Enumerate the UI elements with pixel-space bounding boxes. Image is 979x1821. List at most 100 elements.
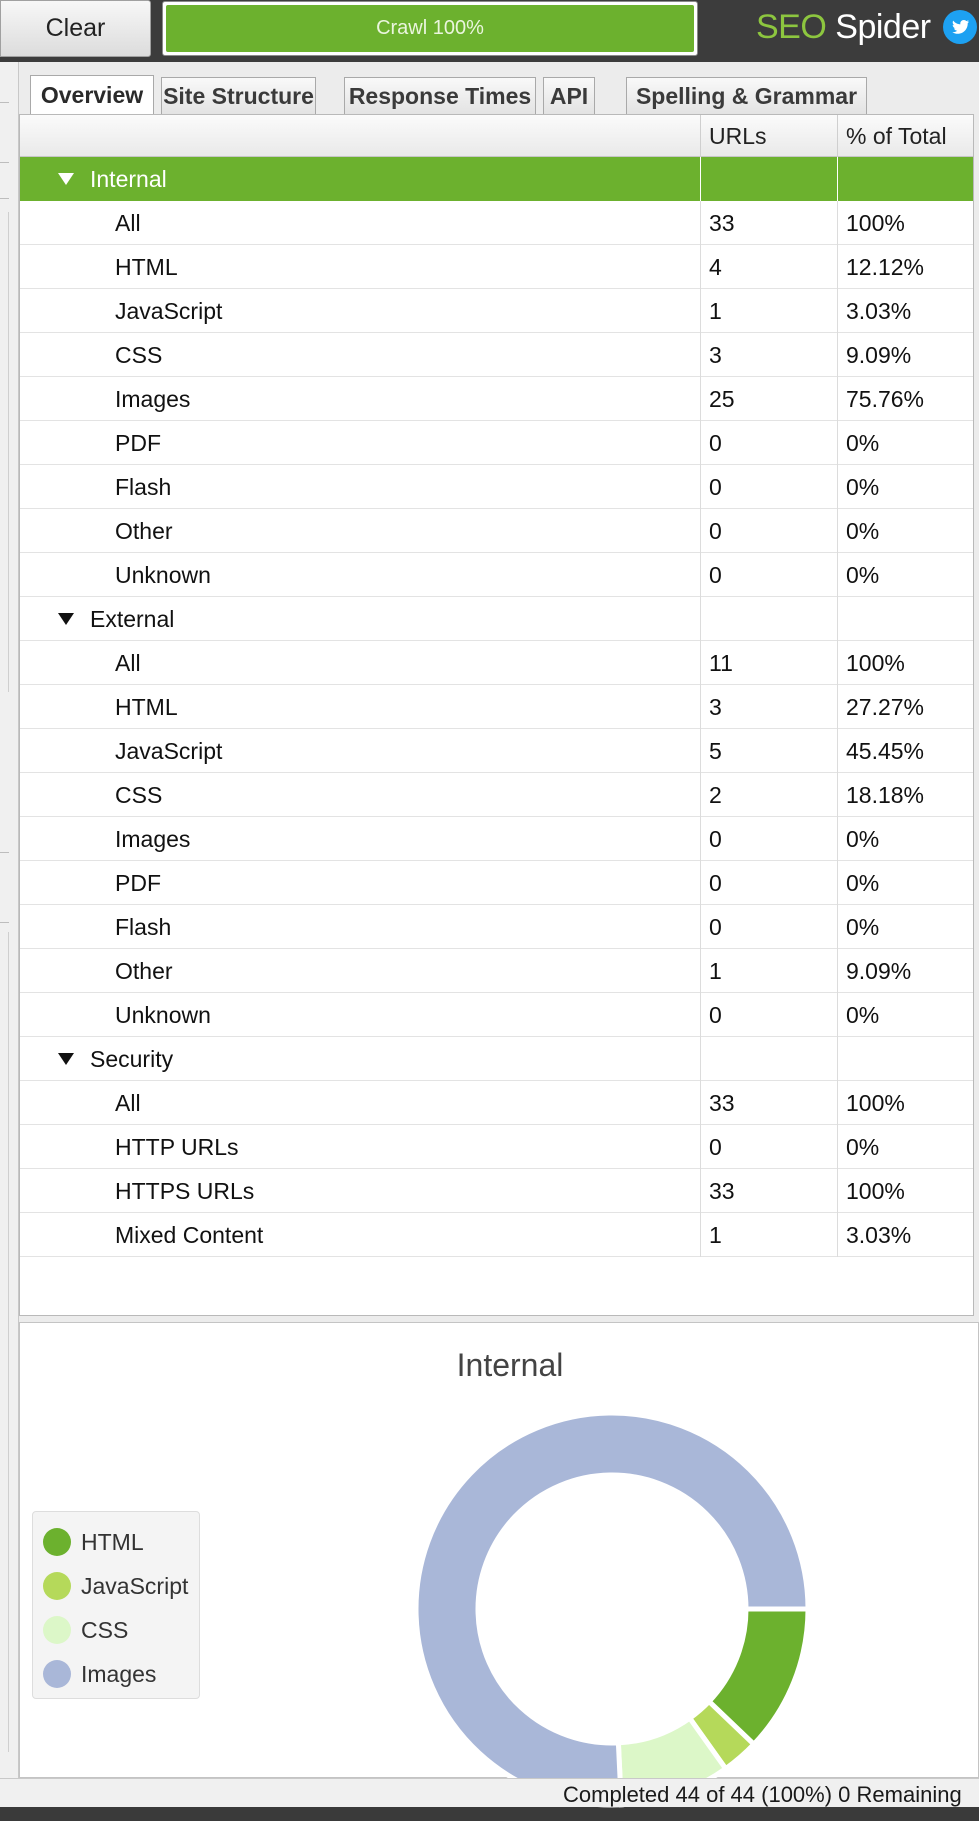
triangle-down-icon[interactable]: [58, 1053, 74, 1065]
twitter-icon[interactable]: [943, 10, 977, 44]
table-row[interactable]: Images 0 0%: [20, 817, 973, 861]
legend-item-images[interactable]: Images: [43, 1652, 189, 1696]
tab-api[interactable]: API: [543, 77, 595, 114]
table-row[interactable]: HTML 4 12.12%: [20, 245, 973, 289]
row-percent: 0%: [837, 817, 973, 861]
table-row[interactable]: Flash 0 0%: [20, 465, 973, 509]
row-percent: 12.12%: [837, 245, 973, 289]
column-header-urls[interactable]: URLs: [700, 115, 837, 157]
crawl-progress-label: Crawl 100%: [166, 5, 694, 52]
row-percent: 3.03%: [837, 1213, 973, 1257]
row-urls: 0: [700, 553, 837, 597]
row-urls: 1: [700, 289, 837, 333]
row-percent: 0%: [837, 1125, 973, 1169]
row-label: PDF: [115, 429, 161, 456]
row-label: HTTPS URLs: [115, 1177, 255, 1204]
row-label-cell: External: [20, 597, 700, 641]
row-urls: 1: [700, 1213, 837, 1257]
table-row[interactable]: CSS 2 18.18%: [20, 773, 973, 817]
row-label: Security: [90, 1045, 174, 1072]
row-percent: 45.45%: [837, 729, 973, 773]
table-row[interactable]: Unknown 0 0%: [20, 553, 973, 597]
row-urls: 11: [700, 641, 837, 685]
table-row[interactable]: CSS 3 9.09%: [20, 333, 973, 377]
chart-panel: Internal HTML JavaScript CSS Images: [19, 1322, 979, 1808]
row-label: Mixed Content: [115, 1221, 264, 1248]
triangle-down-icon[interactable]: [58, 173, 74, 185]
divider: [0, 162, 9, 163]
table-row[interactable]: JavaScript 1 3.03%: [20, 289, 973, 333]
row-label: Flash: [115, 473, 172, 500]
row-percent: [837, 597, 973, 641]
scrollbar-track[interactable]: [8, 932, 9, 1752]
row-label: Other: [115, 957, 173, 984]
triangle-down-icon[interactable]: [58, 613, 74, 625]
clear-button[interactable]: Clear: [0, 0, 151, 57]
table-row[interactable]: All 33 100%: [20, 201, 973, 245]
row-percent: 0%: [837, 993, 973, 1037]
row-label-cell: Internal: [20, 157, 700, 201]
row-percent: [837, 1037, 973, 1081]
table-row[interactable]: All 11 100%: [20, 641, 973, 685]
row-label: Internal: [90, 165, 167, 192]
row-percent: 100%: [837, 201, 973, 245]
row-urls: 25: [700, 377, 837, 421]
row-urls: 0: [700, 905, 837, 949]
crawl-progress-bar: Crawl 100%: [162, 1, 698, 56]
table-row[interactable]: HTTP URLs 0 0%: [20, 1125, 973, 1169]
row-percent: 3.03%: [837, 289, 973, 333]
table-row[interactable]: All 33 100%: [20, 1081, 973, 1125]
row-label: PDF: [115, 869, 161, 896]
row-percent: 9.09%: [837, 333, 973, 377]
row-label: Unknown: [115, 1001, 211, 1028]
overview-table: URLs % of Total Internal All 33 100% HTM…: [19, 114, 974, 1316]
row-percent: 0%: [837, 553, 973, 597]
donut-chart: [413, 1410, 811, 1808]
row-urls: 0: [700, 421, 837, 465]
table-row[interactable]: Mixed Content 1 3.03%: [20, 1213, 973, 1257]
column-header-name[interactable]: [20, 115, 700, 157]
table-body: Internal All 33 100% HTML 4 12.12% JavaS…: [20, 157, 973, 1257]
column-header-percent[interactable]: % of Total: [837, 115, 973, 157]
row-urls: 5: [700, 729, 837, 773]
table-row[interactable]: External: [20, 597, 973, 641]
table-row[interactable]: Flash 0 0%: [20, 905, 973, 949]
tab-site-structure[interactable]: Site Structure: [161, 77, 316, 114]
table-row[interactable]: PDF 0 0%: [20, 421, 973, 465]
table-row[interactable]: HTTPS URLs 33 100%: [20, 1169, 973, 1213]
row-percent: 18.18%: [837, 773, 973, 817]
row-percent: 75.76%: [837, 377, 973, 421]
row-urls: 1: [700, 949, 837, 993]
row-percent: 0%: [837, 905, 973, 949]
row-urls: 0: [700, 817, 837, 861]
tab-bar: Overview Site Structure Response Times A…: [19, 62, 979, 115]
row-percent: 0%: [837, 861, 973, 905]
table-row[interactable]: Other 0 0%: [20, 509, 973, 553]
row-label-cell: Security: [20, 1037, 700, 1081]
legend-item-javascript[interactable]: JavaScript: [43, 1564, 189, 1608]
table-row[interactable]: Images 25 75.76%: [20, 377, 973, 421]
row-label: HTTP URLs: [115, 1133, 239, 1160]
row-label: Images: [115, 385, 191, 412]
tab-overview[interactable]: Overview: [30, 75, 154, 115]
table-row[interactable]: Internal: [20, 157, 973, 201]
legend-label: CSS: [81, 1616, 129, 1643]
table-row[interactable]: HTML 3 27.27%: [20, 685, 973, 729]
table-row[interactable]: PDF 0 0%: [20, 861, 973, 905]
table-row[interactable]: Unknown 0 0%: [20, 993, 973, 1037]
row-label: All: [115, 1089, 141, 1116]
table-row[interactable]: JavaScript 5 45.45%: [20, 729, 973, 773]
legend-item-html[interactable]: HTML: [43, 1520, 189, 1564]
legend-swatch-css: [43, 1616, 71, 1644]
row-percent: 0%: [837, 509, 973, 553]
legend-label: JavaScript: [81, 1572, 189, 1599]
scrollbar-track[interactable]: [8, 212, 9, 692]
divider: [0, 852, 9, 853]
table-row[interactable]: Security: [20, 1037, 973, 1081]
row-urls: [700, 1037, 837, 1081]
table-row[interactable]: Other 1 9.09%: [20, 949, 973, 993]
tab-response-times[interactable]: Response Times: [344, 77, 536, 114]
tab-spelling-grammar[interactable]: Spelling & Grammar: [626, 77, 867, 114]
chart-title: Internal: [456, 1347, 564, 1383]
legend-item-css[interactable]: CSS: [43, 1608, 189, 1652]
